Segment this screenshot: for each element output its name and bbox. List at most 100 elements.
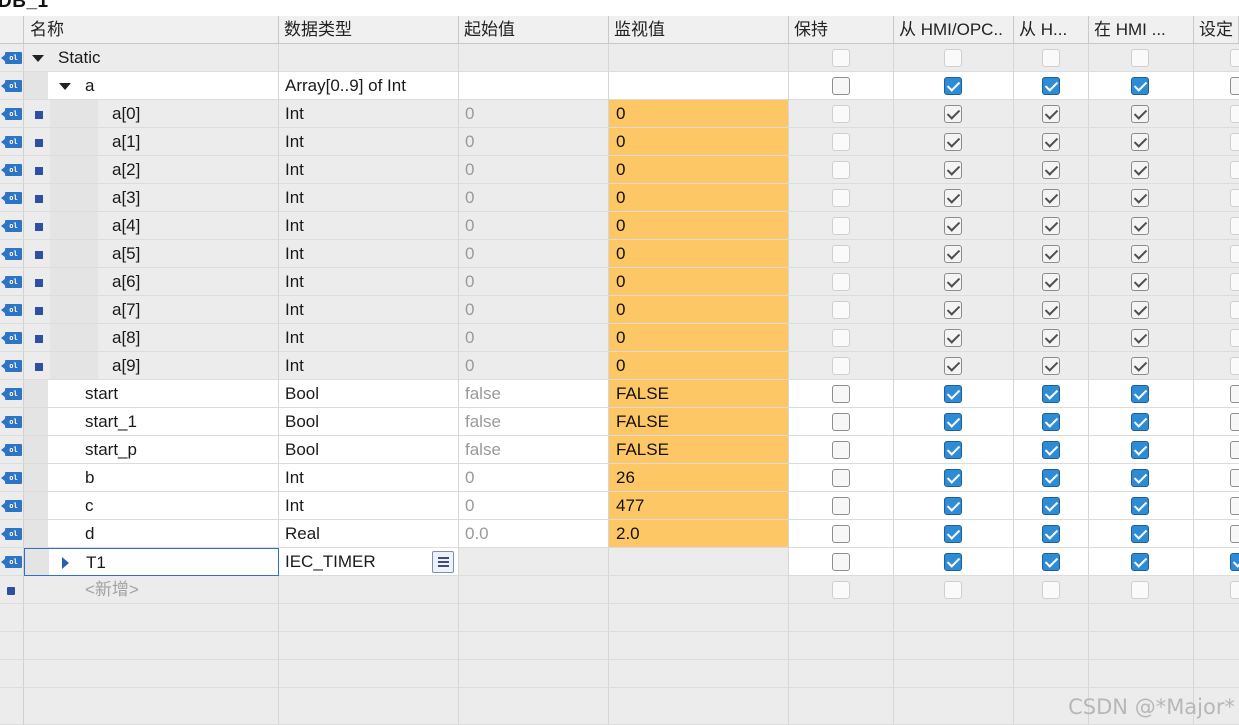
expand-arrow-icon[interactable] bbox=[62, 557, 69, 569]
col-header-hmi-visible[interactable]: 在 HMI ... bbox=[1089, 16, 1194, 44]
row-start-value[interactable]: false bbox=[459, 380, 609, 408]
retain-checkbox[interactable] bbox=[832, 161, 850, 179]
col-header-setpoint[interactable]: 设定 bbox=[1194, 16, 1239, 44]
hmi-visible-checkbox[interactable] bbox=[1131, 217, 1149, 235]
retain-checkbox[interactable] bbox=[832, 329, 850, 347]
hmi-visible-checkbox[interactable] bbox=[1131, 245, 1149, 263]
hmi-visible-checkbox[interactable] bbox=[1131, 525, 1149, 543]
table-row[interactable]: ol a[8] Int 0 0 bbox=[0, 324, 1239, 352]
setpoint-checkbox[interactable] bbox=[1230, 553, 1239, 571]
hmi-accessible-checkbox[interactable] bbox=[944, 329, 962, 347]
hmi-writable-checkbox[interactable] bbox=[1042, 525, 1060, 543]
setpoint-checkbox[interactable] bbox=[1230, 273, 1239, 291]
retain-checkbox[interactable] bbox=[832, 105, 850, 123]
hmi-writable-checkbox[interactable] bbox=[1042, 413, 1060, 431]
row-start-value[interactable]: false bbox=[459, 436, 609, 464]
hmi-accessible-checkbox[interactable] bbox=[944, 553, 962, 571]
setpoint-checkbox[interactable] bbox=[1230, 77, 1239, 95]
col-header-type[interactable]: 数据类型 bbox=[279, 16, 459, 44]
row-start-value[interactable]: 0 bbox=[459, 492, 609, 520]
row-type[interactable]: Int bbox=[279, 128, 459, 156]
hmi-writable-checkbox[interactable] bbox=[1042, 469, 1060, 487]
table-row-add[interactable]: <新增> bbox=[0, 576, 1239, 604]
retain-checkbox[interactable] bbox=[832, 413, 850, 431]
row-start-value[interactable]: 0 bbox=[459, 352, 609, 380]
retain-checkbox[interactable] bbox=[832, 189, 850, 207]
retain-checkbox[interactable] bbox=[832, 273, 850, 291]
table-row[interactable]: ol start_p Bool false FALSE bbox=[0, 436, 1239, 464]
col-header-name[interactable]: 名称 bbox=[24, 16, 279, 44]
hmi-accessible-checkbox[interactable] bbox=[944, 469, 962, 487]
setpoint-checkbox[interactable] bbox=[1230, 497, 1239, 515]
col-header-start[interactable]: 起始值 bbox=[459, 16, 609, 44]
setpoint-checkbox[interactable] bbox=[1230, 581, 1239, 599]
retain-checkbox[interactable] bbox=[832, 217, 850, 235]
hmi-visible-checkbox[interactable] bbox=[1131, 77, 1149, 95]
retain-checkbox[interactable] bbox=[832, 441, 850, 459]
hmi-writable-checkbox[interactable] bbox=[1042, 133, 1060, 151]
row-start-value[interactable]: false bbox=[459, 408, 609, 436]
row-start-value[interactable]: 0.0 bbox=[459, 520, 609, 548]
retain-checkbox[interactable] bbox=[832, 49, 850, 67]
hmi-accessible-checkbox[interactable] bbox=[944, 357, 962, 375]
hmi-visible-checkbox[interactable] bbox=[1131, 413, 1149, 431]
row-start-value[interactable]: 0 bbox=[459, 156, 609, 184]
row-start-value[interactable]: 0 bbox=[459, 184, 609, 212]
row-type[interactable]: Int bbox=[279, 100, 459, 128]
table-row[interactable]: ol Static bbox=[0, 44, 1239, 72]
row-type[interactable]: Int bbox=[279, 156, 459, 184]
hmi-writable-checkbox[interactable] bbox=[1042, 553, 1060, 571]
retain-checkbox[interactable] bbox=[832, 385, 850, 403]
setpoint-checkbox[interactable] bbox=[1230, 329, 1239, 347]
table-row[interactable]: ol start Bool false FALSE bbox=[0, 380, 1239, 408]
row-start-value[interactable]: 0 bbox=[459, 212, 609, 240]
setpoint-checkbox[interactable] bbox=[1230, 245, 1239, 263]
table-row[interactable]: ol start_1 Bool false FALSE bbox=[0, 408, 1239, 436]
hmi-accessible-checkbox[interactable] bbox=[944, 77, 962, 95]
hmi-accessible-checkbox[interactable] bbox=[944, 301, 962, 319]
setpoint-checkbox[interactable] bbox=[1230, 301, 1239, 319]
retain-checkbox[interactable] bbox=[832, 525, 850, 543]
collapse-arrow-icon[interactable] bbox=[32, 55, 44, 62]
hmi-writable-checkbox[interactable] bbox=[1042, 329, 1060, 347]
row-type[interactable]: Int bbox=[279, 352, 459, 380]
setpoint-checkbox[interactable] bbox=[1230, 105, 1239, 123]
collapse-arrow-icon[interactable] bbox=[59, 83, 71, 90]
col-header-monitor[interactable]: 监视值 bbox=[609, 16, 789, 44]
retain-checkbox[interactable] bbox=[832, 77, 850, 95]
hmi-writable-checkbox[interactable] bbox=[1042, 441, 1060, 459]
hmi-accessible-checkbox[interactable] bbox=[944, 525, 962, 543]
setpoint-checkbox[interactable] bbox=[1230, 217, 1239, 235]
row-start-value[interactable]: 0 bbox=[459, 324, 609, 352]
hmi-visible-checkbox[interactable] bbox=[1131, 273, 1149, 291]
setpoint-checkbox[interactable] bbox=[1230, 161, 1239, 179]
setpoint-checkbox[interactable] bbox=[1230, 133, 1239, 151]
hmi-writable-checkbox[interactable] bbox=[1042, 217, 1060, 235]
hmi-visible-checkbox[interactable] bbox=[1131, 497, 1149, 515]
row-type[interactable]: Int bbox=[279, 212, 459, 240]
row-start-value[interactable]: 0 bbox=[459, 128, 609, 156]
setpoint-checkbox[interactable] bbox=[1230, 469, 1239, 487]
table-row[interactable]: ol a[7] Int 0 0 bbox=[0, 296, 1239, 324]
add-new-row[interactable]: <新增> bbox=[85, 576, 139, 603]
hmi-accessible-checkbox[interactable] bbox=[944, 133, 962, 151]
hmi-writable-checkbox[interactable] bbox=[1042, 301, 1060, 319]
hmi-visible-checkbox[interactable] bbox=[1131, 441, 1149, 459]
hmi-accessible-checkbox[interactable] bbox=[944, 413, 962, 431]
hmi-visible-checkbox[interactable] bbox=[1131, 357, 1149, 375]
hmi-visible-checkbox[interactable] bbox=[1131, 301, 1149, 319]
hmi-visible-checkbox[interactable] bbox=[1131, 49, 1149, 67]
hmi-writable-checkbox[interactable] bbox=[1042, 49, 1060, 67]
table-row[interactable]: ol a[2] Int 0 0 bbox=[0, 156, 1239, 184]
retain-checkbox[interactable] bbox=[832, 133, 850, 151]
hmi-accessible-checkbox[interactable] bbox=[944, 273, 962, 291]
table-row[interactable]: ol a[5] Int 0 0 bbox=[0, 240, 1239, 268]
col-header-hmi-accessible[interactable]: 从 HMI/OPC.. bbox=[894, 16, 1014, 44]
table-row[interactable]: ol d Real 0.0 2.0 bbox=[0, 520, 1239, 548]
table-row[interactable]: ol a[9] Int 0 0 bbox=[0, 352, 1239, 380]
row-type[interactable]: Int bbox=[279, 324, 459, 352]
hmi-accessible-checkbox[interactable] bbox=[944, 441, 962, 459]
row-type[interactable]: Bool bbox=[279, 408, 459, 436]
setpoint-checkbox[interactable] bbox=[1230, 413, 1239, 431]
setpoint-checkbox[interactable] bbox=[1230, 441, 1239, 459]
